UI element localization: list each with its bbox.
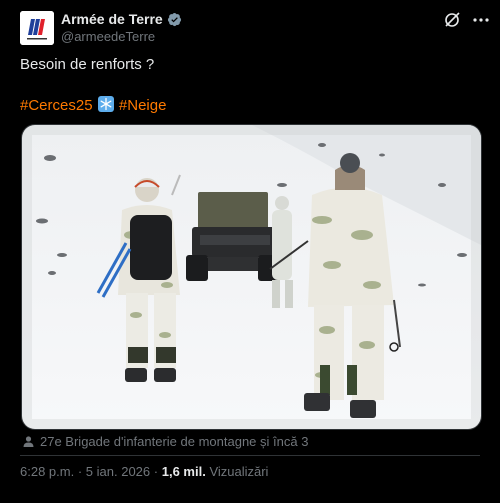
hashtag-row: #Cerces25 #Neige bbox=[20, 96, 166, 114]
tagged-users-text: 27e Brigade d'infanterie de montagne și … bbox=[40, 434, 309, 449]
snow-scene-image bbox=[22, 125, 481, 429]
more-icon bbox=[473, 18, 489, 22]
tweet-text: Besoin de renforts ? bbox=[20, 56, 155, 73]
hashtag-neige[interactable]: #Neige bbox=[119, 97, 167, 114]
author-handle[interactable]: @armeedeTerre bbox=[61, 29, 155, 44]
author-name[interactable]: Armée de Terre bbox=[61, 11, 182, 27]
tweet-photo[interactable] bbox=[21, 124, 482, 430]
more-button[interactable] bbox=[470, 11, 492, 29]
person-tag-icon bbox=[23, 436, 34, 447]
tagged-users-link[interactable]: 27e Brigade d'infanterie de montagne și … bbox=[22, 434, 308, 449]
snowflake-icon bbox=[97, 96, 114, 112]
views-label: Vizualizări bbox=[209, 464, 269, 479]
hashtag-cerces25[interactable]: #Cerces25 bbox=[20, 97, 93, 114]
meta-separator: · bbox=[77, 464, 83, 479]
views-count: 1,6 mil. bbox=[161, 464, 206, 479]
grok-icon bbox=[445, 12, 460, 27]
grok-button[interactable] bbox=[443, 11, 461, 29]
tweet-meta: 6:28 p.m. · 5 ian. 2026 · 1,6 mil. Vizua… bbox=[20, 464, 268, 479]
divider bbox=[20, 455, 480, 456]
tweet-date[interactable]: 5 ian. 2026 bbox=[86, 464, 150, 479]
verified-badge-icon bbox=[167, 12, 181, 27]
author-avatar[interactable] bbox=[20, 11, 54, 45]
meta-separator: · bbox=[153, 464, 159, 479]
tweet-time[interactable]: 6:28 p.m. bbox=[20, 464, 74, 479]
